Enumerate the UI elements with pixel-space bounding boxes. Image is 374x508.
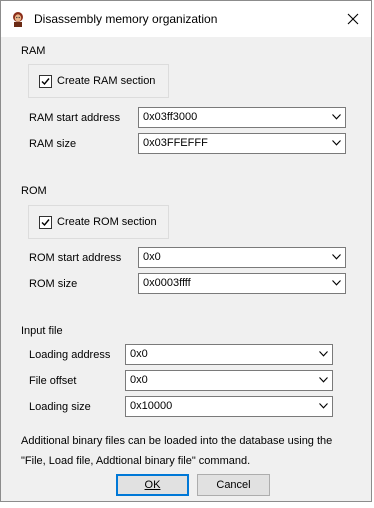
- input-file-section-label: Input file: [21, 325, 63, 337]
- ok-button-label: OK: [144, 479, 161, 491]
- create-rom-label[interactable]: Create ROM section: [57, 216, 157, 228]
- ram-start-label: RAM start address: [29, 112, 121, 124]
- info-line-1: Additional binary files can be loaded in…: [21, 435, 333, 447]
- chevron-down-icon: [332, 114, 341, 120]
- rom-size-label: ROM size: [29, 278, 78, 290]
- checkmark-icon: [41, 219, 50, 227]
- dialog-window: Disassembly memory organization RAM Crea…: [0, 0, 372, 502]
- file-offset-combo[interactable]: 0x0: [125, 370, 333, 391]
- loading-size-combo[interactable]: 0x10000: [125, 396, 333, 417]
- loading-address-label: Loading address: [29, 349, 111, 361]
- rom-section-label: ROM: [21, 185, 47, 197]
- chevron-down-icon: [332, 140, 341, 146]
- checkmark-icon: [41, 78, 50, 86]
- ram-size-combo[interactable]: 0x03FFEFFF: [138, 133, 346, 154]
- cancel-button-label: Cancel: [216, 479, 251, 491]
- create-ram-checkbox[interactable]: [39, 75, 52, 88]
- create-rom-checkbox[interactable]: [39, 216, 52, 229]
- ram-size-value: 0x03FFEFFF: [143, 137, 208, 149]
- info-text: Additional binary files can be loaded in…: [21, 431, 361, 471]
- close-button[interactable]: [335, 1, 371, 37]
- rom-start-value: 0x0: [143, 251, 161, 263]
- rom-size-value: 0x0003ffff: [143, 277, 191, 289]
- chevron-down-icon: [319, 403, 328, 409]
- ram-create-group: Create RAM section: [28, 64, 169, 98]
- file-offset-label: File offset: [29, 375, 77, 387]
- loading-size-label: Loading size: [29, 401, 91, 413]
- cancel-button[interactable]: Cancel: [197, 474, 270, 496]
- loading-address-combo[interactable]: 0x0: [125, 344, 333, 365]
- close-icon: [347, 13, 359, 25]
- loading-size-value: 0x10000: [130, 400, 173, 412]
- ok-button[interactable]: OK: [116, 474, 189, 496]
- ram-section-label: RAM: [21, 45, 46, 57]
- create-ram-label[interactable]: Create RAM section: [57, 75, 155, 87]
- rom-create-group: Create ROM section: [28, 205, 169, 239]
- info-line-2: "File, Load file, Addtional binary file"…: [21, 455, 251, 467]
- window-title: Disassembly memory organization: [34, 12, 218, 26]
- rom-start-combo[interactable]: 0x0: [138, 247, 346, 268]
- app-icon: [13, 12, 23, 27]
- file-offset-value: 0x0: [130, 374, 148, 386]
- loading-address-value: 0x0: [130, 348, 148, 360]
- rom-start-label: ROM start address: [29, 252, 122, 264]
- chevron-down-icon: [319, 377, 328, 383]
- ram-start-value: 0x03ff3000: [143, 111, 198, 123]
- chevron-down-icon: [332, 254, 341, 260]
- chevron-down-icon: [332, 280, 341, 286]
- ram-start-combo[interactable]: 0x03ff3000: [138, 107, 346, 128]
- chevron-down-icon: [319, 351, 328, 357]
- ram-size-label: RAM size: [29, 138, 77, 150]
- rom-size-combo[interactable]: 0x0003ffff: [138, 273, 346, 294]
- title-bar[interactable]: Disassembly memory organization: [1, 1, 371, 37]
